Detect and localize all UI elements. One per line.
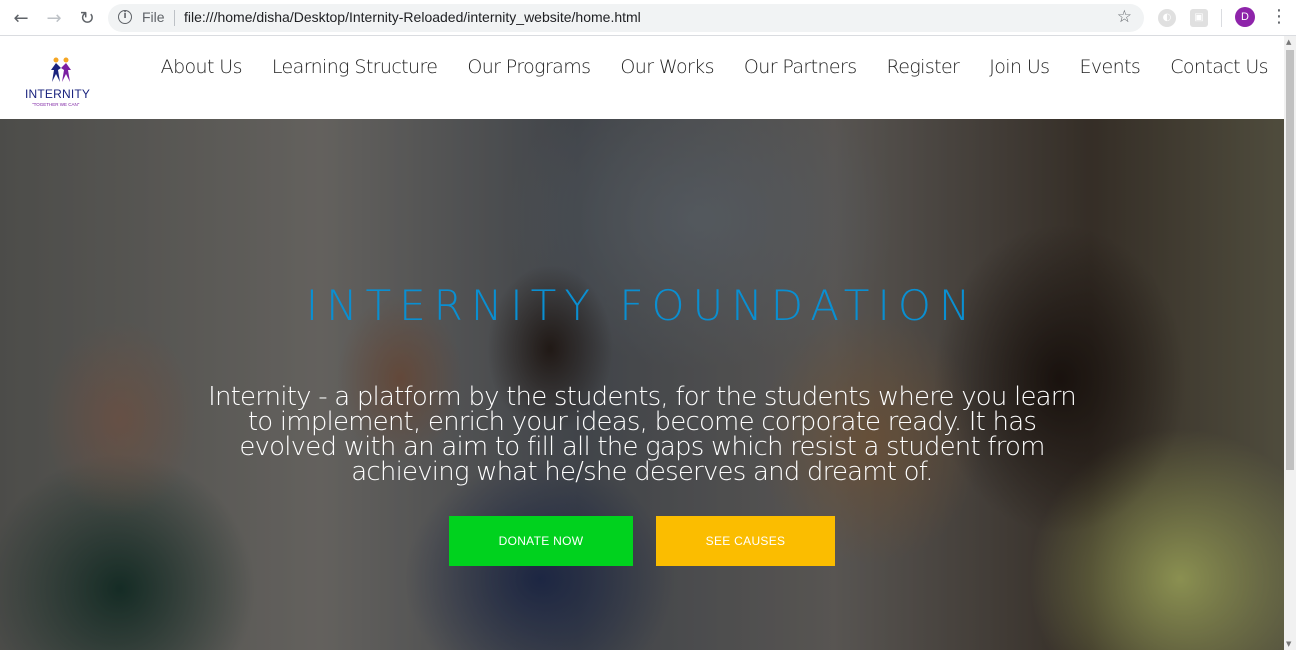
see-causes-button[interactable]: SEE CAUSES xyxy=(656,516,835,566)
logo-tagline: "TOGETHER WE CAN" xyxy=(32,102,80,107)
donate-now-button[interactable]: DONATE NOW xyxy=(449,516,633,566)
main-navigation: About Us Learning Structure Our Programs… xyxy=(131,56,1269,78)
nav-contact-us[interactable]: Contact Us xyxy=(1170,56,1268,78)
toolbar-divider xyxy=(1221,9,1222,27)
nav-about-us[interactable]: About Us xyxy=(161,56,243,78)
nav-join-us[interactable]: Join Us xyxy=(989,56,1050,78)
hero-subtitle: Internity - a platform by the students, … xyxy=(208,382,1077,487)
nav-our-programs[interactable]: Our Programs xyxy=(467,56,591,78)
scroll-up-icon[interactable]: ▲ xyxy=(1286,38,1291,46)
menu-kebab-icon[interactable]: ⋮ xyxy=(1270,6,1288,30)
site-info-label[interactable]: File xyxy=(142,9,165,25)
nav-learning-structure[interactable]: Learning Structure xyxy=(272,56,438,78)
reload-icon[interactable]: ↻ xyxy=(74,5,100,31)
logo-wordmark: INTERNITY xyxy=(25,87,91,101)
hero-banner: INTERNITY FOUNDATION Internity - a platf… xyxy=(0,119,1284,650)
logo-figures-icon xyxy=(51,57,71,82)
extension-icon[interactable]: ◐ xyxy=(1158,9,1176,27)
info-icon[interactable]: i xyxy=(118,10,132,24)
internity-logo[interactable]: INTERNITY "TOGETHER WE CAN" xyxy=(22,56,100,110)
omnibox-divider xyxy=(174,10,175,26)
page-scrollbar[interactable]: ▲ ▼ xyxy=(1284,36,1296,650)
site-header: INTERNITY "TOGETHER WE CAN" About Us Lea… xyxy=(0,36,1284,119)
nav-register[interactable]: Register xyxy=(887,56,960,78)
scrollbar-thumb[interactable] xyxy=(1286,50,1294,470)
profile-avatar[interactable]: D xyxy=(1235,7,1255,27)
browser-toolbar: ← → ↻ i File file:///home/disha/Desktop/… xyxy=(0,0,1296,36)
nav-events[interactable]: Events xyxy=(1079,56,1140,78)
hero-title: INTERNITY FOUNDATION xyxy=(305,281,979,330)
back-arrow-icon[interactable]: ← xyxy=(8,5,34,31)
forward-arrow-icon[interactable]: → xyxy=(41,5,67,31)
url-text[interactable]: file:///home/disha/Desktop/Internity-Rel… xyxy=(184,9,641,25)
nav-our-partners[interactable]: Our Partners xyxy=(744,56,857,78)
address-bar[interactable]: i File file:///home/disha/Desktop/Intern… xyxy=(108,4,1144,32)
scroll-down-icon[interactable]: ▼ xyxy=(1286,640,1291,648)
bookmark-star-icon[interactable]: ☆ xyxy=(1117,7,1132,27)
extension-icon[interactable]: ▣ xyxy=(1190,9,1208,27)
nav-our-works[interactable]: Our Works xyxy=(620,56,714,78)
